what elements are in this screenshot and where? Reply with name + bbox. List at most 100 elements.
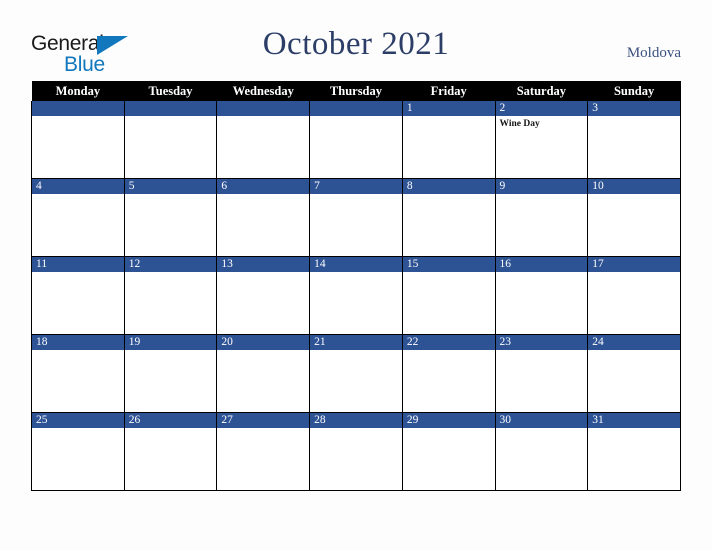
day-cell-inner: 29 <box>402 413 495 490</box>
calendar-day-cell[interactable]: 10 <box>587 178 681 257</box>
calendar-day-cell[interactable]: 25 <box>31 412 125 491</box>
day-number: 27 <box>217 413 310 428</box>
day-events <box>403 116 495 119</box>
calendar-day-cell[interactable]: 21 <box>309 334 403 413</box>
calendar-day-cell[interactable]: 5 <box>123 178 218 257</box>
calendar-day-cell[interactable]: 26 <box>123 412 218 491</box>
calendar-day-cell[interactable]: 24 <box>587 334 681 413</box>
day-events <box>496 194 588 197</box>
day-events <box>588 428 680 431</box>
day-number: 13 <box>217 257 310 272</box>
day-cell-inner: 25 <box>32 413 124 490</box>
calendar-day-cell[interactable]: 17 <box>587 256 681 335</box>
day-events <box>310 350 402 353</box>
day-number: 5 <box>124 179 217 194</box>
calendar-day-cell[interactable]: 29 <box>401 412 496 491</box>
calendar-day-cell[interactable] <box>216 101 311 179</box>
calendar-day-cell[interactable]: 3 <box>587 101 681 179</box>
calendar-week-row: 1 2 Wine Day 3 <box>31 101 681 179</box>
day-events <box>310 428 402 431</box>
day-cell-inner <box>32 101 124 178</box>
weekday-header-wednesday: Wednesday <box>216 81 310 101</box>
weekday-header-monday: Monday <box>31 81 125 101</box>
day-events <box>588 116 680 119</box>
calendar-week-row: 11 12 13 14 15 16 17 <box>31 256 681 335</box>
day-number: 18 <box>32 335 124 350</box>
day-events <box>32 194 124 197</box>
calendar-day-cell[interactable]: 12 <box>123 256 218 335</box>
day-number: 25 <box>32 413 124 428</box>
day-cell-inner: 3 <box>588 101 680 178</box>
day-number: 24 <box>588 335 680 350</box>
day-cell-inner: 10 <box>588 179 680 256</box>
calendar-day-cell[interactable]: 28 <box>309 412 403 491</box>
day-cell-inner: 4 <box>32 179 124 256</box>
day-cell-inner: 24 <box>588 335 680 412</box>
calendar-day-cell[interactable]: 19 <box>123 334 218 413</box>
locale-label: Moldova <box>626 45 681 61</box>
calendar-day-cell[interactable] <box>123 101 218 179</box>
day-number: 30 <box>495 413 588 428</box>
day-cell-inner: 9 <box>495 179 588 256</box>
day-event-label: Wine Day <box>499 119 540 129</box>
calendar-grid: Monday Tuesday Wednesday Thursday Friday… <box>31 81 681 491</box>
day-cell-inner: 26 <box>124 413 217 490</box>
calendar-day-cell[interactable]: 16 <box>494 256 589 335</box>
calendar-day-cell[interactable]: 11 <box>31 256 125 335</box>
day-cell-inner <box>124 101 217 178</box>
calendar-day-cell[interactable]: 1 <box>401 101 496 179</box>
day-events: Wine Day <box>496 116 588 130</box>
day-number: 8 <box>402 179 495 194</box>
day-events <box>217 194 309 197</box>
day-events <box>217 428 309 431</box>
weekday-header-saturday: Saturday <box>495 81 588 101</box>
weekday-header-row: Monday Tuesday Wednesday Thursday Friday… <box>31 81 681 101</box>
day-number: 14 <box>310 257 402 272</box>
calendar-week-row: 25 26 27 28 29 30 31 <box>31 412 681 491</box>
day-cell-inner: 8 <box>402 179 495 256</box>
day-events <box>403 350 495 353</box>
calendar-day-cell[interactable]: 14 <box>309 256 403 335</box>
calendar-day-cell[interactable]: 27 <box>216 412 311 491</box>
calendar-day-cell[interactable]: 31 <box>587 412 681 491</box>
day-number: 21 <box>310 335 402 350</box>
weekday-header-friday: Friday <box>402 81 496 101</box>
calendar-day-cell[interactable]: 8 <box>401 178 496 257</box>
day-cell-inner: 7 <box>310 179 402 256</box>
calendar-day-cell[interactable]: 9 <box>494 178 589 257</box>
day-number: 20 <box>217 335 310 350</box>
calendar-day-cell[interactable]: 4 <box>31 178 125 257</box>
calendar-day-cell[interactable] <box>31 101 125 179</box>
day-events <box>403 428 495 431</box>
calendar-day-cell[interactable]: 30 <box>494 412 589 491</box>
day-cell-inner: 20 <box>217 335 310 412</box>
calendar-day-cell[interactable]: 6 <box>216 178 311 257</box>
day-number: 15 <box>402 257 495 272</box>
calendar-day-cell[interactable]: 7 <box>309 178 403 257</box>
day-cell-inner: 13 <box>217 257 310 334</box>
day-cell-inner: 28 <box>310 413 402 490</box>
day-number <box>217 101 310 116</box>
day-number: 9 <box>495 179 588 194</box>
calendar-day-cell[interactable] <box>309 101 403 179</box>
day-cell-inner: 1 <box>402 101 495 178</box>
calendar-day-cell[interactable]: 22 <box>401 334 496 413</box>
weekday-header-sunday: Sunday <box>587 81 681 101</box>
day-events <box>32 116 124 119</box>
calendar-day-cell[interactable]: 2 Wine Day <box>494 101 589 179</box>
day-cell-inner: 23 <box>495 335 588 412</box>
calendar-day-cell[interactable]: 23 <box>494 334 589 413</box>
calendar-day-cell[interactable]: 13 <box>216 256 311 335</box>
day-events <box>125 350 217 353</box>
day-cell-inner: 22 <box>402 335 495 412</box>
calendar-body: 1 2 Wine Day 3 4 5 6 7 8 9 10 11 12 13 14 15 16 17 18 19 20 2… <box>31 101 681 491</box>
day-cell-inner: 15 <box>402 257 495 334</box>
day-cell-inner: 19 <box>124 335 217 412</box>
day-cell-inner: 12 <box>124 257 217 334</box>
calendar-day-cell[interactable]: 20 <box>216 334 311 413</box>
calendar-day-cell[interactable]: 18 <box>31 334 125 413</box>
calendar-day-cell[interactable]: 15 <box>401 256 496 335</box>
day-number: 23 <box>495 335 588 350</box>
day-events <box>310 194 402 197</box>
day-events <box>32 272 124 275</box>
